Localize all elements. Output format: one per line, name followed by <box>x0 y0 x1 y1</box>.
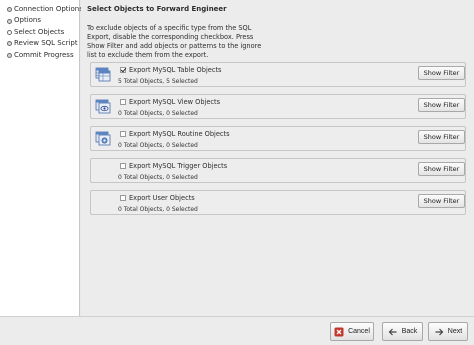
step-label: Commit Progress <box>14 50 74 59</box>
export-trigger-objects-checkbox[interactable]: Export MySQL Trigger Objects <box>120 162 227 170</box>
step-options[interactable]: Options <box>0 15 79 26</box>
arrow-right-icon <box>434 327 444 337</box>
main-panel: Select Objects to Forward Engineer To ex… <box>81 0 474 316</box>
back-button[interactable]: Back <box>382 322 423 341</box>
object-count: 0 Total Objects, 0 Selected <box>118 174 198 181</box>
show-filter-button[interactable]: Show Filter <box>418 194 465 208</box>
show-filter-button[interactable]: Show Filter <box>418 130 465 144</box>
wizard-steps-sidebar: Connection Options Options Select Object… <box>0 0 83 345</box>
arrow-left-icon <box>388 327 398 337</box>
step-select-objects[interactable]: Select Objects <box>0 27 79 38</box>
show-filter-button[interactable]: Show Filter <box>418 98 465 112</box>
step-bullet-icon <box>7 7 12 13</box>
checkbox-label: Export MySQL Trigger Objects <box>129 162 228 170</box>
step-commit-progress[interactable]: Commit Progress <box>0 50 79 61</box>
view-objects-icon <box>95 98 111 114</box>
object-count: 0 Total Objects, 0 Selected <box>118 110 198 117</box>
checkbox-label: Export MySQL Routine Objects <box>129 130 230 138</box>
step-bullet-icon <box>7 41 12 47</box>
checkbox-checked-icon[interactable] <box>120 67 126 73</box>
object-count: 0 Total Objects, 0 Selected <box>118 142 198 149</box>
export-table-objects-checkbox[interactable]: Export MySQL Table Objects <box>120 66 221 74</box>
checkbox-label: Export MySQL View Objects <box>129 98 221 106</box>
next-label: Next <box>447 328 463 335</box>
view-objects-panel: Export MySQL View Objects 0 Total Object… <box>90 94 466 119</box>
user-objects-panel: Export User Objects 0 Total Objects, 0 S… <box>90 190 466 215</box>
step-bullet-icon <box>7 18 12 24</box>
page-title: Select Objects to Forward Engineer <box>87 5 227 13</box>
wizard-button-bar: Cancel Back Next <box>0 316 474 345</box>
checkbox-label: Export MySQL Table Objects <box>129 66 222 74</box>
show-filter-button[interactable]: Show Filter <box>418 66 465 80</box>
table-objects-icon <box>95 66 111 82</box>
export-view-objects-checkbox[interactable]: Export MySQL View Objects <box>120 98 220 106</box>
step-bullet-icon <box>7 29 12 35</box>
show-filter-button[interactable]: Show Filter <box>418 162 465 176</box>
checkbox-unchecked-icon[interactable] <box>120 195 126 201</box>
step-label: Connection Options <box>14 5 83 13</box>
page-description: To exclude objects of a specific type fr… <box>87 24 262 59</box>
back-label: Back <box>401 328 418 335</box>
object-count: 0 Total Objects, 0 Selected <box>118 206 198 213</box>
trigger-objects-panel: Export MySQL Trigger Objects 0 Total Obj… <box>90 158 466 183</box>
step-label: Options <box>14 16 42 25</box>
object-count: 5 Total Objects, 5 Selected <box>118 78 198 85</box>
checkbox-label: Export User Objects <box>129 194 195 202</box>
export-routine-objects-checkbox[interactable]: Export MySQL Routine Objects <box>120 130 230 138</box>
cancel-button[interactable]: Cancel <box>330 322 374 341</box>
step-review-sql-script[interactable]: Review SQL Script <box>0 38 79 49</box>
step-label: Review SQL Script <box>14 39 78 48</box>
table-objects-panel: Export MySQL Table Objects 5 Total Objec… <box>90 62 466 87</box>
cancel-icon <box>334 327 344 337</box>
next-button[interactable]: Next <box>428 322 468 341</box>
step-label: Select Objects <box>14 27 65 36</box>
routine-objects-panel: Export MySQL Routine Objects 0 Total Obj… <box>90 126 466 151</box>
checkbox-unchecked-icon[interactable] <box>120 163 126 169</box>
export-user-objects-checkbox[interactable]: Export User Objects <box>120 194 195 202</box>
step-bullet-icon <box>7 52 12 58</box>
routine-objects-icon <box>95 130 111 146</box>
step-connection-options[interactable]: Connection Options <box>0 4 83 15</box>
checkbox-unchecked-icon[interactable] <box>120 99 126 105</box>
cancel-label: Cancel <box>348 328 370 335</box>
checkbox-unchecked-icon[interactable] <box>120 131 126 137</box>
